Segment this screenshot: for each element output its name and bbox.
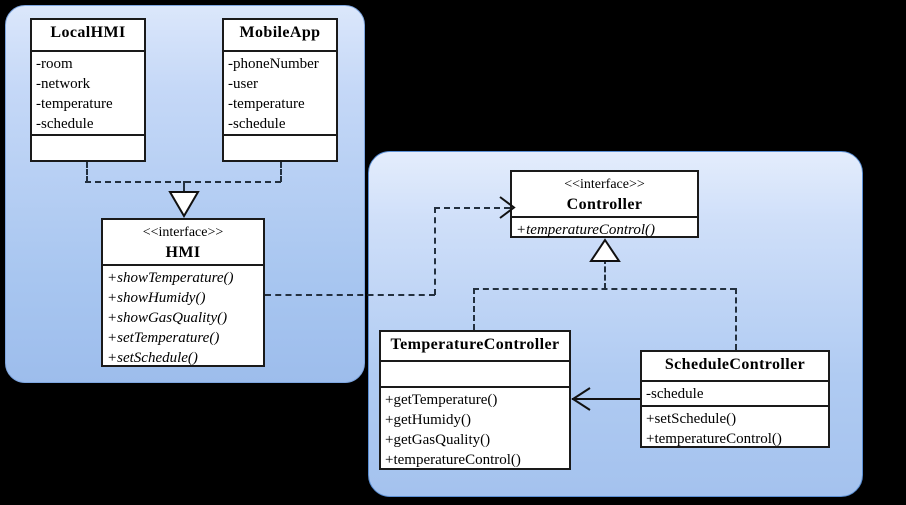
- realization-triangle-controller: [589, 238, 621, 262]
- schedulecontroller-attributes-compartment: -schedule: [642, 380, 828, 405]
- schedulecontroller-operation: +temperatureControl(): [646, 431, 782, 447]
- mobileapp-attribute: -schedule: [228, 116, 286, 132]
- hmi-operation: +setTemperature(): [107, 330, 220, 346]
- mobileapp-operations-compartment: [224, 134, 336, 160]
- controller-class-name: Controller: [566, 196, 643, 213]
- connector-temperaturecontroller-stub: [473, 288, 475, 330]
- mobileapp-attribute: -temperature: [228, 96, 305, 112]
- connector-schedulecontroller-stub: [735, 288, 737, 350]
- temperaturecontroller-operation: +getTemperature(): [385, 392, 498, 408]
- class-box-temperaturecontroller[interactable]: TemperatureController +getTemperature() …: [379, 330, 571, 470]
- temperaturecontroller-attributes-compartment: [381, 360, 569, 386]
- class-box-mobileapp[interactable]: MobileApp -phoneNumber -user -temperatur…: [222, 18, 338, 162]
- association-arrowhead-temperaturecontroller: [571, 387, 591, 411]
- localhmi-class-name: LocalHMI: [50, 24, 126, 41]
- localhmi-attribute: -schedule: [36, 116, 94, 132]
- temperaturecontroller-operation: +temperatureControl(): [385, 452, 521, 468]
- schedulecontroller-operation: +setSchedule(): [646, 411, 737, 427]
- controller-operation: +temperatureControl(): [516, 222, 655, 238]
- class-box-localhmi[interactable]: LocalHMI -room -network -temperature -sc…: [30, 18, 146, 162]
- hmi-class-name: HMI: [165, 244, 201, 261]
- hmi-operation: +showHumidy(): [107, 290, 206, 306]
- temperaturecontroller-operations-compartment: +getTemperature() +getHumidy() +getGasQu…: [381, 386, 569, 470]
- mobileapp-class-name: MobileApp: [239, 24, 321, 41]
- connector-controller-bus: [473, 288, 736, 290]
- diagram-canvas: LocalHMI -room -network -temperature -sc…: [0, 0, 906, 505]
- controller-name-compartment: <<interface>> Controller: [512, 172, 697, 216]
- temperaturecontroller-name-compartment: TemperatureController: [381, 332, 569, 360]
- mobileapp-attribute: -user: [228, 76, 258, 92]
- class-box-hmi[interactable]: <<interface>> HMI +showTemperature() +sh…: [101, 218, 265, 367]
- temperaturecontroller-operation: +getHumidy(): [385, 412, 471, 428]
- localhmi-attribute: -temperature: [36, 96, 113, 112]
- temperaturecontroller-class-name: TemperatureController: [390, 336, 560, 353]
- mobileapp-name-compartment: MobileApp: [224, 20, 336, 50]
- controller-stereotype: <<interface>>: [564, 177, 645, 192]
- class-box-controller[interactable]: <<interface>> Controller +temperatureCon…: [510, 170, 699, 238]
- mobileapp-attribute: -phoneNumber: [228, 56, 319, 72]
- localhmi-attribute: -room: [36, 56, 73, 72]
- localhmi-operations-compartment: [32, 134, 144, 160]
- connector-mobileapp-stub: [280, 162, 282, 182]
- realization-triangle-hmi: [168, 191, 200, 218]
- localhmi-attributes-compartment: -room -network -temperature -schedule: [32, 50, 144, 134]
- temperaturecontroller-operation: +getGasQuality(): [385, 432, 491, 448]
- connector-localhmi-stub: [86, 162, 88, 182]
- mobileapp-attributes-compartment: -phoneNumber -user -temperature -schedul…: [224, 50, 336, 134]
- schedulecontroller-class-name: ScheduleController: [664, 356, 806, 373]
- hmi-operations-compartment: +showTemperature() +showHumidy() +showGa…: [103, 264, 263, 369]
- hmi-stereotype: <<interface>>: [142, 225, 224, 240]
- schedulecontroller-attribute: -schedule: [646, 386, 704, 402]
- hmi-operation: +setSchedule(): [107, 350, 198, 366]
- localhmi-attribute: -network: [36, 76, 91, 92]
- connector-hmi-controller-v: [434, 207, 436, 295]
- localhmi-name-compartment: LocalHMI: [32, 20, 144, 50]
- schedulecontroller-name-compartment: ScheduleController: [642, 352, 828, 380]
- class-box-schedulecontroller[interactable]: ScheduleController -schedule +setSchedul…: [640, 350, 830, 448]
- dependency-arrowhead-controller: [499, 196, 516, 219]
- hmi-operation: +showGasQuality(): [107, 310, 228, 326]
- connector-hmi-controller-h1: [265, 294, 435, 296]
- controller-operations-compartment: +temperatureControl(): [512, 216, 697, 240]
- schedulecontroller-operations-compartment: +setSchedule() +temperatureControl(): [642, 405, 828, 450]
- hmi-operation: +showTemperature(): [107, 270, 234, 286]
- hmi-name-compartment: <<interface>> HMI: [103, 220, 263, 264]
